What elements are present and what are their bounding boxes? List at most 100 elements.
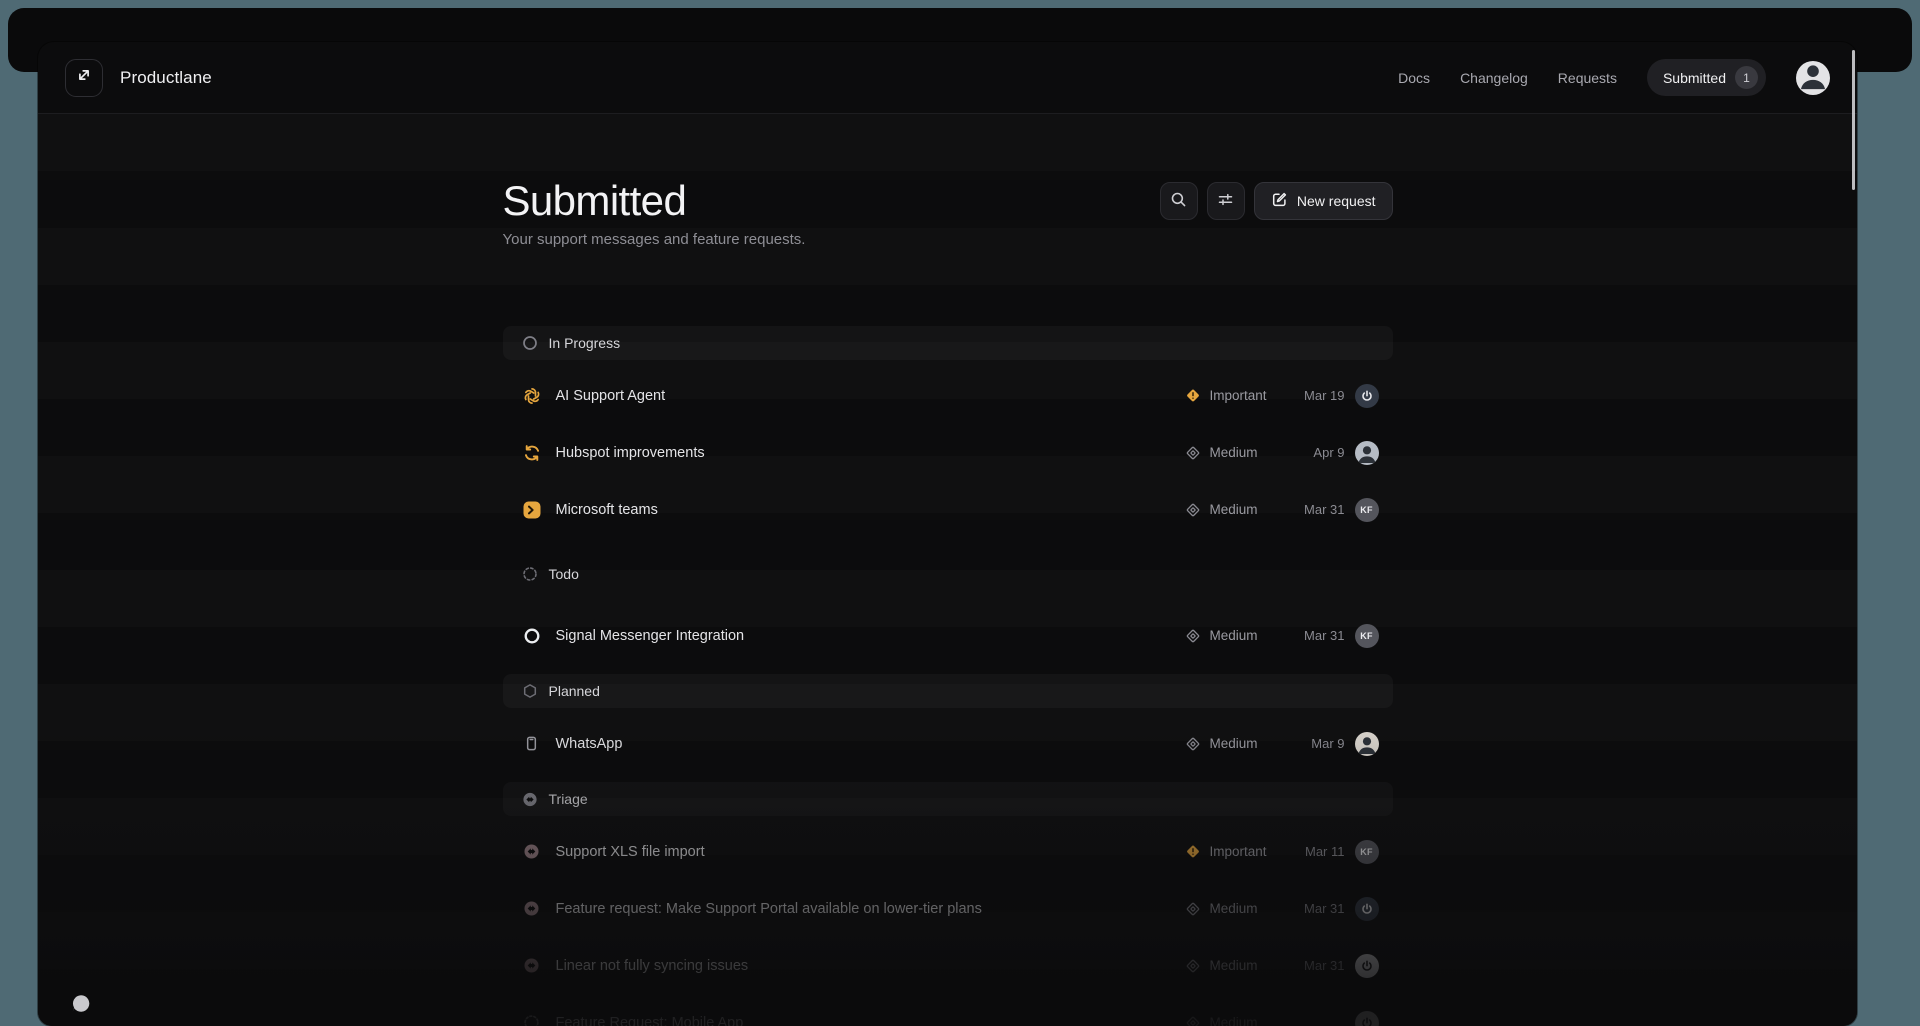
request-row[interactable]: AI Support Agent Important Mar 19 [503, 367, 1393, 424]
request-meta: Important Mar 19 [1185, 384, 1379, 408]
request-date: Mar 19 [1289, 388, 1345, 403]
page-title: Submitted [503, 177, 806, 225]
avatar-photo-a [1355, 441, 1379, 465]
request-date: Mar 31 [1289, 901, 1345, 916]
priority-medium-icon [1185, 958, 1201, 974]
request-title: AI Support Agent [556, 388, 666, 404]
request-row[interactable]: Support XLS file import Important Mar 11… [503, 823, 1393, 880]
double-arrow-icon [74, 65, 94, 90]
filter-button[interactable] [1207, 182, 1245, 220]
request-date: Mar 31 [1289, 628, 1345, 643]
request-row[interactable]: WhatsApp Medium Mar 9 [503, 715, 1393, 772]
priority: Medium [1185, 628, 1281, 644]
chat-bubble-icon[interactable] [70, 993, 92, 1020]
app-header: Productlane Docs Changelog Requests Subm… [38, 42, 1857, 114]
bold-circle-icon [522, 626, 542, 646]
group-header-in-progress[interactable]: In Progress [503, 326, 1393, 360]
nav-item-changelog[interactable]: Changelog [1460, 70, 1528, 86]
header-nav: Docs Changelog Requests Submitted 1 [1398, 59, 1830, 96]
phone-icon [522, 734, 542, 754]
submitted-label: Submitted [1663, 70, 1726, 86]
search-button[interactable] [1160, 182, 1198, 220]
priority-medium-icon [1185, 901, 1201, 917]
priority: Medium [1185, 502, 1281, 518]
request-meta: Medium Mar 9 [1185, 732, 1379, 756]
group-label: Todo [549, 566, 583, 583]
priority: Medium [1185, 901, 1281, 917]
avatar-photo-b [1355, 732, 1379, 756]
scrollbar-thumb[interactable] [1852, 50, 1855, 190]
priority: Important [1185, 844, 1281, 860]
openai-icon [522, 386, 542, 406]
request-meta: Medium Apr 9 [1185, 441, 1379, 465]
priority-medium-icon [1185, 628, 1201, 644]
sliders-icon [1217, 191, 1234, 211]
request-title: Signal Messenger Integration [556, 628, 745, 644]
priority-label: Important [1210, 388, 1267, 403]
request-date: Mar 31 [1289, 958, 1345, 973]
request-title: Microsoft teams [556, 502, 658, 518]
avatar-initials: KF [1355, 840, 1379, 864]
main-area: Submitted Your support messages and feat… [38, 114, 1857, 1026]
request-date: Apr 9 [1289, 445, 1345, 460]
priority-label: Medium [1210, 736, 1258, 751]
triage-circle-icon [522, 791, 538, 807]
group-label: In Progress [549, 335, 621, 351]
person-photo-icon [1796, 61, 1830, 95]
request-meta: Medium [1185, 1011, 1379, 1026]
triage-rose-icon [522, 842, 542, 862]
request-row[interactable]: Linear not fully syncing issues Medium M… [503, 937, 1393, 994]
priority-label: Important [1210, 844, 1267, 859]
request-date: Mar 9 [1289, 736, 1345, 751]
hexagon-icon [522, 683, 538, 699]
nav-item-docs[interactable]: Docs [1398, 70, 1430, 86]
request-date: Mar 31 [1289, 502, 1345, 517]
request-meta: Medium Mar 31 [1185, 897, 1379, 921]
priority-important-icon [1185, 388, 1201, 404]
priority: Important [1185, 388, 1281, 404]
avatar-initials: KF [1355, 498, 1379, 522]
sync-icon [522, 443, 542, 463]
priority: Medium [1185, 736, 1281, 752]
request-row[interactable]: Signal Messenger Integration Medium Mar … [503, 607, 1393, 664]
page-title-block: Submitted Your support messages and feat… [503, 177, 806, 248]
search-icon [1170, 191, 1187, 211]
request-row[interactable]: Feature Request: Mobile App Medium [503, 994, 1393, 1026]
priority-label: Medium [1210, 445, 1258, 460]
requests-list: In Progress AI Support Agent Important M… [503, 316, 1393, 1026]
group-label: Triage [549, 791, 588, 807]
productlane-logo[interactable] [65, 59, 103, 97]
request-title: Linear not fully syncing issues [556, 958, 749, 974]
request-meta: Medium Mar 31 KF [1185, 498, 1379, 522]
priority: Medium [1185, 958, 1281, 974]
request-meta: Important Mar 11 KF [1185, 840, 1379, 864]
priority-label: Medium [1210, 1015, 1258, 1026]
group-header-triage[interactable]: Triage [503, 782, 1393, 816]
priority: Medium [1185, 445, 1281, 461]
user-avatar[interactable] [1796, 61, 1830, 95]
group-header-todo[interactable]: Todo [503, 548, 1393, 600]
request-title: Feature request: Make Support Portal ava… [556, 901, 982, 917]
new-request-button[interactable]: New request [1254, 182, 1393, 220]
dashed-circle-icon [522, 566, 538, 582]
request-title: Hubspot improvements [556, 445, 705, 461]
request-meta: Medium Mar 31 [1185, 954, 1379, 978]
priority-label: Medium [1210, 958, 1258, 973]
nav-item-requests[interactable]: Requests [1558, 70, 1617, 86]
group-label: Planned [549, 683, 600, 699]
request-row[interactable]: Microsoft teams Medium Mar 31 KF [503, 481, 1393, 538]
page-subtitle: Your support messages and feature reques… [503, 231, 806, 248]
nav-item-submitted[interactable]: Submitted 1 [1647, 59, 1766, 96]
request-row[interactable]: Feature request: Make Support Portal ava… [503, 880, 1393, 937]
submitted-count-badge: 1 [1735, 66, 1758, 89]
priority: Medium [1185, 1015, 1281, 1026]
request-row[interactable]: Hubspot improvements Medium Apr 9 [503, 424, 1393, 481]
request-date: Mar 11 [1289, 844, 1345, 859]
brand-name: Productlane [120, 68, 212, 88]
app-window: Productlane Docs Changelog Requests Subm… [38, 42, 1857, 1026]
priority-medium-icon [1185, 445, 1201, 461]
progress-circle-icon [522, 335, 538, 351]
group-header-planned[interactable]: Planned [503, 674, 1393, 708]
triage-rose-icon [522, 956, 542, 976]
avatar-logo-dark [1355, 384, 1379, 408]
